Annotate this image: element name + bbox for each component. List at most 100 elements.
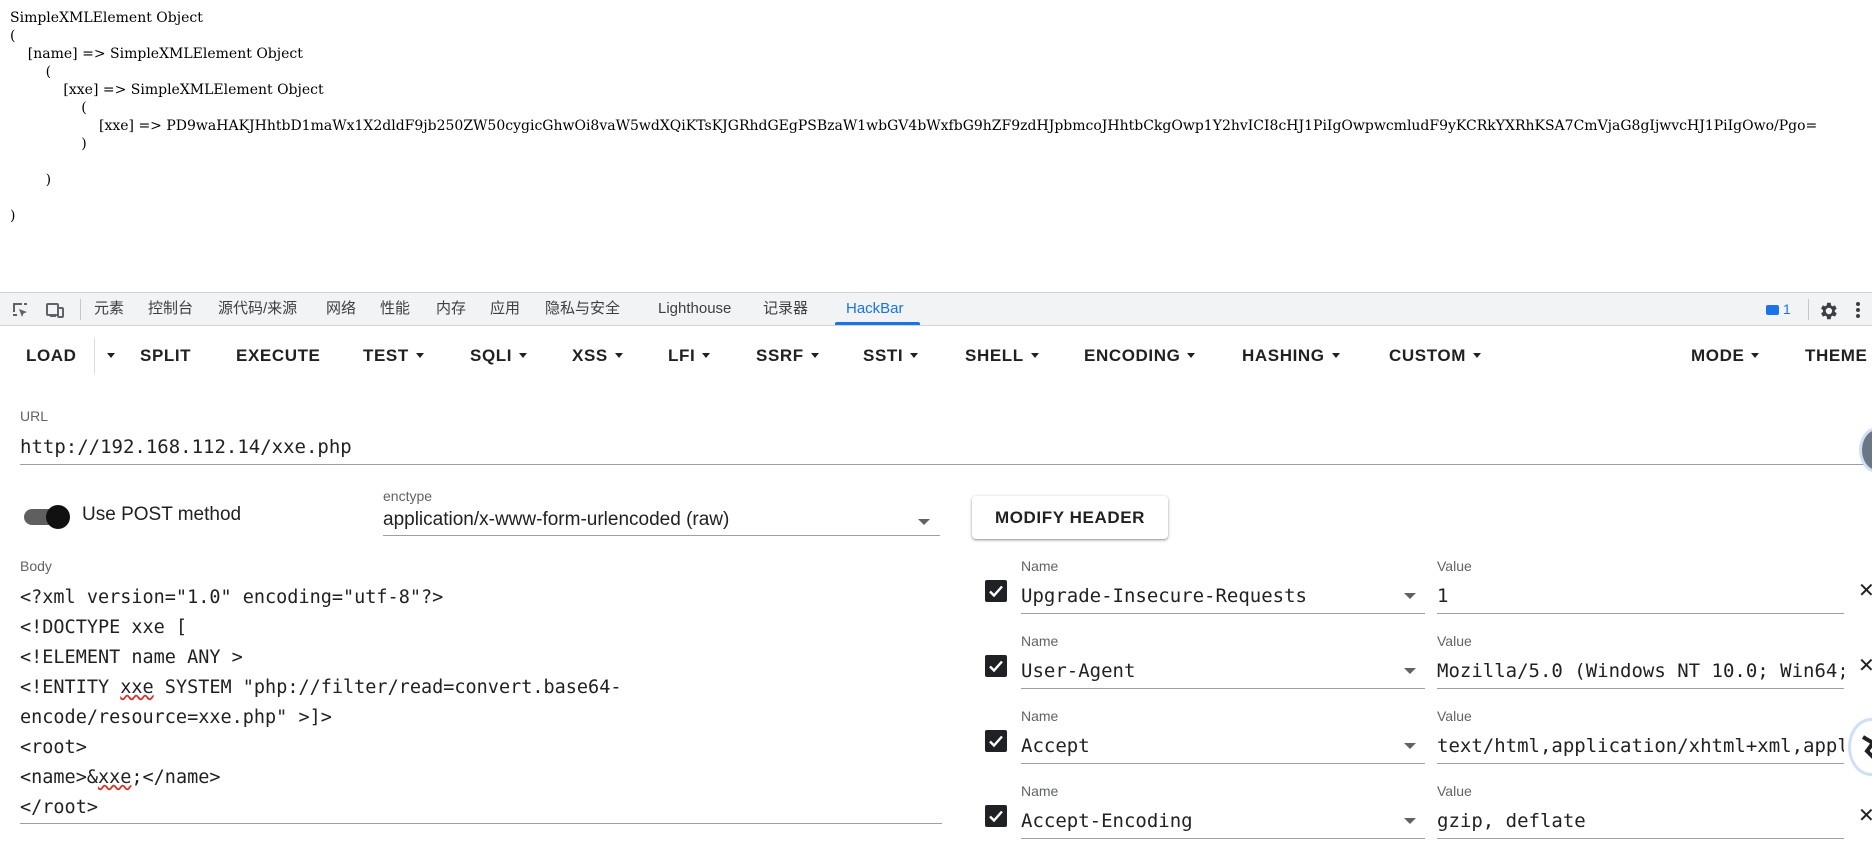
header-name-select[interactable]: Upgrade-Insecure-Requests	[1021, 581, 1425, 614]
lfi-menu-label: LFI	[668, 346, 696, 365]
xml-dump-text: SimpleXMLElement Object ( [name] => Simp…	[10, 10, 1818, 224]
close-icon[interactable]: ✕	[1858, 656, 1872, 676]
xss-menu-label: XSS	[572, 346, 608, 365]
custom-menu-button[interactable]: CUSTOM	[1389, 326, 1481, 386]
header-name-select[interactable]: User-Agent	[1021, 656, 1425, 689]
tab-lighthouse[interactable]: Lighthouse	[658, 293, 731, 325]
body-line: <!ELEMENT name ANY >	[20, 647, 243, 668]
spellcheck-word: xxe	[120, 677, 154, 698]
lfi-menu-button[interactable]: LFI	[668, 326, 711, 386]
header-name-value: Accept-Encoding	[1021, 810, 1193, 832]
hashing-menu-button[interactable]: HASHING	[1242, 326, 1340, 386]
post-method-toggle[interactable]	[22, 505, 70, 529]
modify-header-button[interactable]: MODIFY HEADER	[972, 496, 1168, 539]
header-name-value: User-Agent	[1021, 660, 1136, 682]
header-name-select[interactable]: Accept	[1021, 731, 1425, 764]
chevron-down-icon	[918, 519, 930, 525]
chevron-down-icon[interactable]	[1404, 743, 1416, 749]
chevron-down-icon	[107, 353, 115, 358]
header-value-input[interactable]: gzip, deflate	[1437, 806, 1844, 839]
settings-gear-icon[interactable]	[1817, 300, 1837, 320]
active-tab-indicator	[835, 322, 920, 325]
load-button[interactable]: LOAD	[26, 326, 77, 386]
header-enabled-checkbox[interactable]	[985, 655, 1007, 677]
page-output: SimpleXMLElement Object ( [name] => Simp…	[0, 0, 1872, 290]
tab-memory[interactable]: 内存	[436, 293, 466, 325]
header-value-label: Value	[1437, 783, 1472, 799]
chevron-down-icon	[810, 353, 819, 358]
floating-assistant-icon[interactable]	[1848, 718, 1872, 776]
header-name-label: Name	[1021, 783, 1059, 799]
header-enabled-checkbox[interactable]	[985, 580, 1007, 602]
header-enabled-checkbox[interactable]	[985, 805, 1007, 827]
tab-recorder[interactable]: 记录器	[763, 293, 808, 325]
load-split-divider	[94, 338, 95, 374]
chevron-down-icon[interactable]	[1404, 593, 1416, 599]
devtools-tab-bar: 元素 控制台 源代码/来源 网络 性能 内存 应用 隐私与安全 Lighthou…	[0, 292, 1872, 326]
mode-menu-label: MODE	[1691, 346, 1745, 365]
url-input[interactable]: http://192.168.112.14/xxe.php	[20, 432, 1872, 465]
tab-privacy-security[interactable]: 隐私与安全	[545, 293, 620, 325]
body-line: <!ENTITY xxe SYSTEM "php://filter/read=c…	[20, 673, 942, 703]
header-name-value: Accept	[1021, 735, 1090, 757]
device-toolbar-icon[interactable]	[44, 300, 64, 320]
tab-network[interactable]: 网络	[326, 293, 356, 325]
body-text: ;</name>	[131, 767, 221, 788]
encoding-menu-button[interactable]: ENCODING	[1084, 326, 1196, 386]
enctype-value: application/x-www-form-urlencoded (raw)	[383, 509, 730, 530]
header-enabled-checkbox[interactable]	[985, 730, 1007, 752]
close-icon[interactable]: ✕	[1858, 806, 1872, 826]
split-button[interactable]: SPLIT	[140, 326, 191, 386]
test-menu-button[interactable]: TEST	[363, 326, 424, 386]
body-label: Body	[20, 558, 52, 574]
ssrf-menu-label: SSRF	[756, 346, 804, 365]
encoding-menu-label: ENCODING	[1084, 346, 1181, 365]
url-label: URL	[20, 408, 49, 424]
chevron-down-icon	[910, 353, 919, 358]
header-name-select[interactable]: Accept-Encoding	[1021, 806, 1425, 839]
chevron-down-icon[interactable]	[1404, 818, 1416, 824]
tab-console[interactable]: 控制台	[148, 293, 193, 325]
issues-badge[interactable]: 1	[1766, 293, 1791, 325]
body-line: <root>	[20, 737, 87, 758]
issues-count: 1	[1783, 301, 1791, 317]
more-options-icon[interactable]	[1854, 300, 1872, 320]
body-text: SYSTEM "php://filter/read=convert.base64…	[153, 677, 622, 698]
chevron-down-icon	[1187, 353, 1196, 358]
theme-menu-button[interactable]: THEME	[1805, 326, 1868, 386]
header-value-input[interactable]: text/html,application/xhtml+xml,applicat…	[1437, 731, 1844, 764]
header-name-label: Name	[1021, 633, 1059, 649]
chevron-down-icon	[702, 353, 711, 358]
chevron-down-icon	[415, 353, 424, 358]
custom-menu-label: CUSTOM	[1389, 346, 1466, 365]
load-dropdown-button[interactable]	[100, 326, 115, 386]
chevron-down-icon[interactable]	[1404, 668, 1416, 674]
header-value-input[interactable]: 1	[1437, 581, 1844, 614]
hashing-menu-label: HASHING	[1242, 346, 1325, 365]
tab-performance[interactable]: 性能	[380, 293, 410, 325]
inspect-element-icon[interactable]	[10, 300, 30, 320]
body-line: <name>&xxe;</name>	[20, 763, 942, 793]
header-name-label: Name	[1021, 708, 1059, 724]
ssti-menu-button[interactable]: SSTI	[863, 326, 919, 386]
shell-menu-label: SHELL	[965, 346, 1024, 365]
toolbar-divider	[1808, 299, 1809, 320]
body-line: <!DOCTYPE xxe [	[20, 617, 188, 638]
chevron-down-icon	[1331, 353, 1340, 358]
ssrf-menu-button[interactable]: SSRF	[756, 326, 819, 386]
xss-menu-button[interactable]: XSS	[572, 326, 623, 386]
sqli-menu-button[interactable]: SQLI	[470, 326, 528, 386]
body-textarea[interactable]: <?xml version="1.0" encoding="utf-8"?> <…	[20, 583, 942, 824]
tab-application[interactable]: 应用	[490, 293, 520, 325]
tab-sources[interactable]: 源代码/来源	[218, 293, 297, 325]
execute-button[interactable]: EXECUTE	[236, 326, 321, 386]
mode-menu-button[interactable]: MODE	[1691, 326, 1760, 386]
spellcheck-word: xxe	[97, 767, 132, 788]
tab-hackbar[interactable]: HackBar	[846, 293, 904, 325]
sqli-menu-label: SQLI	[470, 346, 513, 365]
shell-menu-button[interactable]: SHELL	[965, 326, 1039, 386]
enctype-select[interactable]: application/x-www-form-urlencoded (raw)	[383, 507, 940, 536]
close-icon[interactable]: ✕	[1858, 581, 1872, 601]
header-value-input[interactable]: Mozilla/5.0 (Windows NT 10.0; Win64; x64…	[1437, 656, 1844, 689]
tab-elements[interactable]: 元素	[94, 293, 124, 325]
